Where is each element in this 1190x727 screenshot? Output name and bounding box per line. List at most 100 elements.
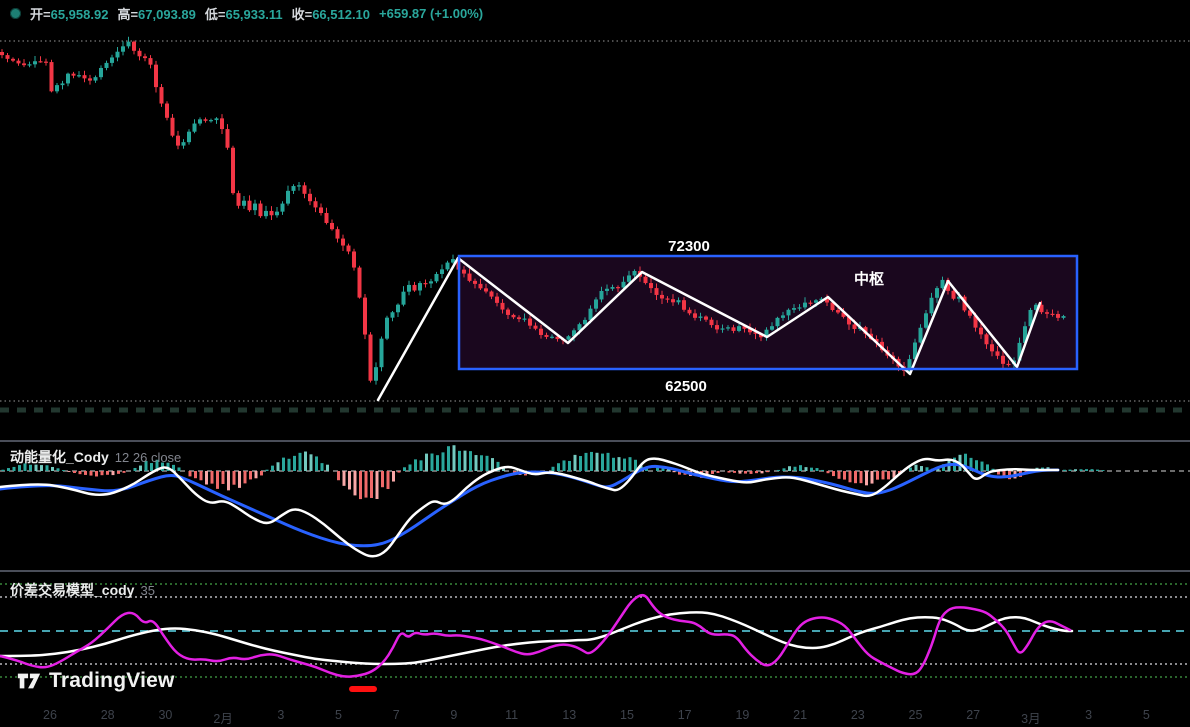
- signal-line: [0, 612, 1072, 664]
- histogram-bar: [810, 468, 813, 471]
- candle: [380, 339, 384, 368]
- histogram-bar: [425, 454, 428, 471]
- open-value: 65,958.92: [51, 7, 109, 22]
- histogram-bar: [1096, 470, 1099, 471]
- histogram-bar: [304, 452, 307, 471]
- low-value: 65,933.11: [225, 7, 282, 22]
- candle: [952, 291, 956, 299]
- main-price-pane[interactable]: [0, 37, 1190, 410]
- candle: [407, 285, 411, 292]
- spread-params: 35: [140, 583, 154, 598]
- histogram-bar: [381, 471, 384, 487]
- histogram-bar: [750, 471, 753, 474]
- candle: [600, 291, 604, 299]
- candle: [358, 268, 362, 298]
- histogram-bar: [288, 459, 291, 471]
- time-axis[interactable]: 2628302月35791113151719212325273月35: [0, 700, 1190, 727]
- histogram-bar: [480, 455, 483, 471]
- histogram-bar: [1085, 469, 1088, 471]
- candle: [413, 285, 417, 291]
- tradingview-chart-window: 开=65,958.92 高=67,093.89 低=65,933.11 收=66…: [0, 0, 1190, 727]
- candle: [715, 325, 719, 329]
- candle: [644, 277, 648, 283]
- candle: [231, 148, 235, 193]
- histogram-bar: [821, 470, 824, 471]
- histogram-bar: [915, 465, 918, 471]
- histogram-bar: [579, 456, 582, 471]
- change-value: +659.87 (+1.00%): [379, 6, 483, 21]
- candle: [193, 124, 197, 132]
- candle: [594, 299, 598, 308]
- candle: [1045, 312, 1049, 314]
- histogram-bar: [2, 470, 5, 471]
- histogram-bar: [1063, 470, 1066, 471]
- candle: [391, 312, 395, 317]
- candle: [677, 300, 681, 302]
- candle: [704, 317, 708, 320]
- candle: [589, 309, 593, 320]
- candle: [506, 310, 510, 315]
- tradingview-logo[interactable]: TradingView: [16, 668, 175, 694]
- candle: [699, 317, 703, 318]
- candle: [308, 194, 312, 201]
- histogram-bar: [337, 471, 340, 480]
- histogram-bar: [1069, 470, 1072, 471]
- candle: [935, 288, 939, 298]
- candle: [814, 300, 818, 303]
- candle: [39, 61, 43, 62]
- histogram-bar: [134, 468, 137, 471]
- spread-indicator-title[interactable]: 价差交易模型_cody35: [10, 580, 155, 600]
- time-axis-label: 2月: [213, 708, 232, 727]
- momentum-indicator-title[interactable]: 动能量化_Cody12 26 close: [10, 447, 181, 467]
- histogram-bar: [717, 471, 720, 473]
- histogram-bar: [442, 452, 445, 471]
- candle: [187, 132, 191, 142]
- histogram-bar: [728, 471, 731, 473]
- candle: [721, 328, 725, 329]
- candle: [253, 204, 257, 211]
- histogram-bar: [816, 468, 819, 471]
- histogram-bar: [194, 471, 197, 478]
- candle: [941, 280, 945, 288]
- histogram-bar: [244, 471, 247, 483]
- histogram-bar: [343, 471, 346, 486]
- histogram-bar: [838, 471, 841, 479]
- histogram-bar: [711, 471, 714, 474]
- candle: [655, 288, 659, 295]
- histogram-bar: [986, 464, 989, 471]
- candle: [1001, 356, 1005, 364]
- histogram-bar: [365, 471, 368, 498]
- histogram-bar: [233, 471, 236, 485]
- histogram-bar: [238, 471, 241, 488]
- candle: [83, 75, 87, 78]
- histogram-bar: [293, 456, 296, 471]
- candle: [88, 78, 92, 80]
- histogram-bar: [629, 457, 632, 471]
- candle: [143, 56, 147, 58]
- candle: [44, 62, 48, 63]
- chart-canvas[interactable]: [0, 0, 1190, 727]
- central-zone-box-fill[interactable]: [459, 256, 1077, 369]
- time-axis-label: 23: [851, 708, 865, 722]
- histogram-bar: [73, 471, 76, 473]
- candle: [649, 283, 653, 288]
- candle: [424, 283, 428, 284]
- histogram-bar: [106, 471, 109, 475]
- histogram-bar: [827, 471, 830, 473]
- candle: [237, 193, 241, 206]
- histogram-bar: [398, 471, 401, 473]
- spread-indicator-pane[interactable]: [0, 584, 1190, 692]
- histogram-bar: [607, 453, 610, 471]
- candle: [341, 239, 345, 246]
- histogram-bar: [453, 445, 456, 471]
- histogram-bar: [84, 471, 87, 475]
- candle: [523, 319, 527, 320]
- candle: [396, 305, 400, 313]
- candle: [468, 274, 472, 281]
- candle: [198, 119, 202, 123]
- histogram-bar: [354, 471, 357, 495]
- histogram-bar: [255, 471, 258, 478]
- histogram-bar: [733, 471, 736, 473]
- histogram-bar: [799, 465, 802, 471]
- histogram-bar: [123, 471, 126, 473]
